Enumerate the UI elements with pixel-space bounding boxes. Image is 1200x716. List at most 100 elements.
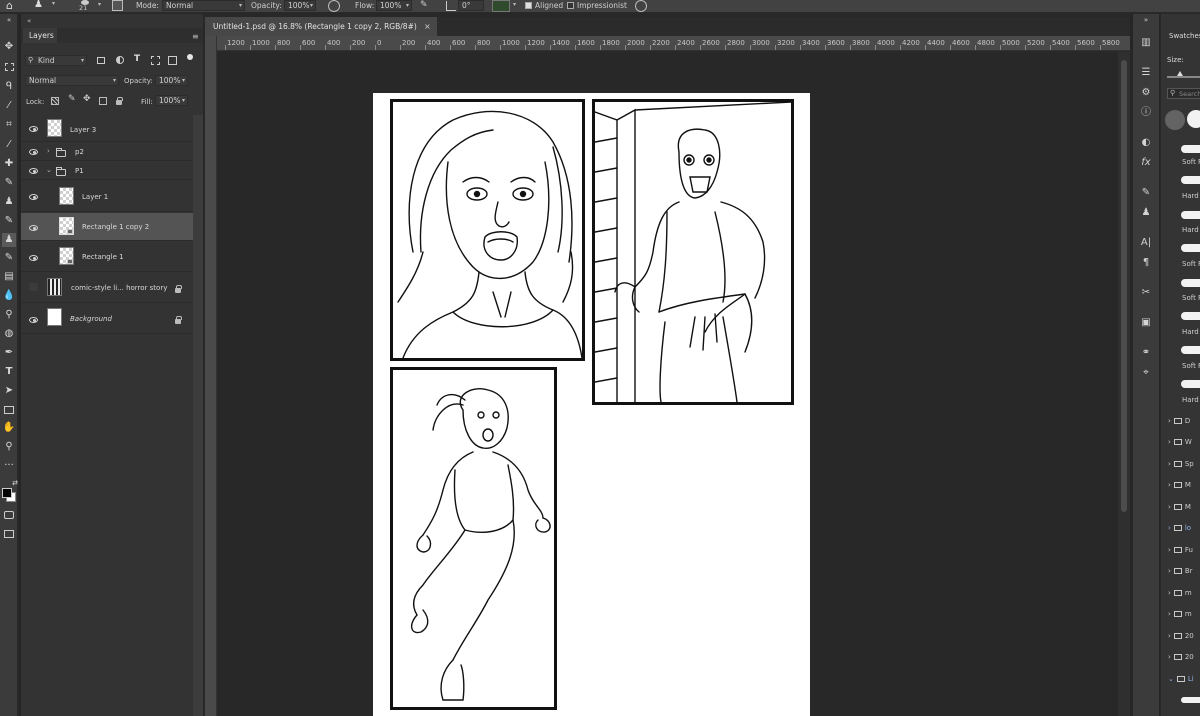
lock-artboard-icon[interactable] [99, 97, 107, 105]
zoom-tool-icon[interactable]: ⚲ [2, 440, 16, 454]
layer-row-p2[interactable]: › p2 [21, 143, 193, 161]
eyedropper-tool-icon[interactable]: ⁄ [2, 138, 16, 152]
brush-folder[interactable]: › 20 [1168, 653, 1194, 661]
brush-dropdown-icon[interactable]: ▾ [98, 1, 101, 8]
collapse-dock-icon[interactable]: » [1139, 16, 1153, 24]
layer-comps-panel-icon[interactable]: ▣ [1139, 316, 1153, 330]
pattern-stamp-tool-icon[interactable]: ♟ [2, 233, 16, 247]
layer-row-background[interactable]: Background [21, 304, 193, 334]
gradient-tool-icon[interactable]: ▤ [2, 270, 16, 284]
lasso-tool-icon[interactable]: ᑫ [2, 80, 16, 94]
visibility-toggle-empty[interactable] [29, 283, 38, 291]
filter-toggle-icon[interactable] [187, 54, 193, 60]
lock-position-icon[interactable]: ✥ [83, 94, 91, 104]
brush-label[interactable]: Hard [1182, 396, 1199, 404]
paths-panel-icon[interactable]: ⌖ [1139, 366, 1153, 380]
tool-preset-stamp-icon[interactable]: ♟ [34, 0, 48, 12]
filter-smart-object-icon[interactable] [168, 56, 177, 65]
pressure-size-icon[interactable] [635, 0, 647, 12]
marquee-tool-icon[interactable] [2, 60, 16, 74]
brush-preset-tip[interactable] [1165, 110, 1185, 130]
filter-kind-select[interactable]: ⚲ Kind ▾ [25, 55, 87, 66]
brush-folder[interactable]: › m [1168, 610, 1192, 618]
brush-label[interactable]: Soft R [1182, 260, 1200, 268]
quick-mask-icon[interactable] [2, 508, 16, 522]
history-brush-tool-icon[interactable]: ✎ [2, 214, 16, 228]
adjustments-panel-icon[interactable]: ☰ [1139, 66, 1153, 80]
layer-row-p1[interactable]: ⌄ P1 [21, 162, 193, 180]
brush-folder[interactable]: › lo [1168, 524, 1191, 532]
size-slider-handle[interactable] [1177, 71, 1183, 76]
lock-all-icon[interactable] [116, 97, 123, 105]
scroll-thumb[interactable] [1121, 60, 1127, 512]
collapse-chevrons-icon[interactable]: « [2, 16, 16, 24]
visibility-eye-icon[interactable] [29, 168, 38, 174]
tool-preset-dropdown-icon[interactable]: ▾ [52, 0, 55, 7]
comic-page[interactable] [373, 93, 810, 716]
layer-row-layer-3[interactable]: Layer 3 [21, 116, 193, 142]
paragraph-panel-icon[interactable]: ¶ [1139, 256, 1153, 270]
brush-folder[interactable]: › M [1168, 481, 1191, 489]
brush-folder[interactable]: › Br [1168, 567, 1193, 575]
tools-panel-icon[interactable]: ✂ [1139, 286, 1153, 300]
pattern-swatch[interactable] [492, 0, 510, 12]
info-panel-icon[interactable]: ⓘ [1139, 106, 1153, 120]
brush-folder-open[interactable]: ⌄ Li [1168, 675, 1194, 683]
visibility-eye-icon[interactable] [29, 317, 38, 323]
layer-row-rectangle-1-copy-2[interactable]: Rectangle 1 copy 2 [21, 213, 193, 241]
brush-folder[interactable]: › W [1168, 438, 1192, 446]
pen-tool-icon[interactable]: ✒ [2, 346, 16, 360]
tab-layers[interactable]: Layers [23, 28, 57, 43]
visibility-eye-icon[interactable] [29, 126, 38, 132]
dodge-tool-icon[interactable]: ⚲ [2, 308, 16, 322]
path-selection-tool-icon[interactable]: ➤ [2, 384, 16, 398]
screen-mode-icon[interactable] [2, 527, 16, 541]
group-expanded-chevron-icon[interactable]: ⌄ [46, 166, 52, 174]
flow-field[interactable]: 100% ▾ [376, 0, 412, 11]
healing-brush-tool-icon[interactable]: ✚ [2, 157, 16, 171]
channels-panel-icon[interactable]: ⚭ [1139, 346, 1153, 360]
pressure-opacity-icon[interactable] [328, 0, 340, 12]
brush-folder[interactable]: › m [1168, 589, 1192, 597]
tab-swatches[interactable]: Swatches [1169, 32, 1200, 40]
pattern-chevron-icon[interactable]: ▾ [513, 1, 516, 8]
brush-folder[interactable]: › Sp [1168, 460, 1194, 468]
brush-folder[interactable]: › M [1168, 503, 1191, 511]
type-tool-icon[interactable]: T [2, 365, 16, 379]
aligned-checkbox[interactable] [525, 2, 532, 9]
styles-panel-icon[interactable]: fx [1139, 156, 1153, 170]
visibility-eye-icon[interactable] [29, 149, 38, 155]
crop-tool-icon[interactable]: ⌗ [2, 118, 16, 132]
brush-tool-icon[interactable]: ✎ [2, 176, 16, 190]
filter-type-icon[interactable]: T [134, 54, 140, 64]
panel-menu-icon[interactable]: ≡ [192, 32, 199, 41]
color-panel-icon[interactable]: ◐ [1139, 136, 1153, 150]
move-tool-icon[interactable]: ✥ [2, 40, 16, 54]
fill-field[interactable]: 100% ▾ [155, 95, 188, 106]
document-tab[interactable]: Untitled-1.psd @ 16.8% (Rectangle 1 copy… [205, 17, 437, 36]
magic-wand-tool-icon[interactable]: ⁄ [2, 99, 16, 113]
lock-image-icon[interactable]: ✎ [68, 94, 76, 104]
blur-tool-icon[interactable]: 💧 [2, 289, 16, 303]
visibility-eye-icon[interactable] [29, 225, 38, 231]
size-slider[interactable] [1167, 76, 1200, 78]
hand-tool-icon[interactable]: ✋ [2, 421, 16, 435]
foreground-color-swatch[interactable] [2, 488, 12, 498]
visibility-eye-icon[interactable] [29, 194, 38, 200]
filter-pixel-icon[interactable] [97, 57, 105, 64]
brush-preview[interactable]: 21 [73, 0, 97, 13]
more-tools-icon[interactable]: ··· [2, 459, 16, 473]
brush-label[interactable]: Soft R [1182, 362, 1200, 370]
rectangle-tool-icon[interactable] [2, 403, 16, 417]
mode-select[interactable]: Normal ▾ [162, 0, 245, 11]
home-icon[interactable]: ⌂ [6, 0, 18, 12]
group-collapsed-chevron-icon[interactable]: › [47, 147, 50, 155]
brush-settings-panel-icon[interactable]: ✎ [1139, 186, 1153, 200]
eraser-tool-icon[interactable]: ✎ [2, 251, 16, 265]
airbrush-icon[interactable]: ✎ [420, 0, 432, 12]
lock-transparent-icon[interactable] [51, 97, 59, 105]
layer-row-rectangle-1[interactable]: Rectangle 1 [21, 242, 193, 272]
close-tab-icon[interactable]: × [424, 22, 431, 31]
brush-folder[interactable]: › 20 [1168, 632, 1194, 640]
impressionist-checkbox[interactable] [567, 2, 574, 9]
